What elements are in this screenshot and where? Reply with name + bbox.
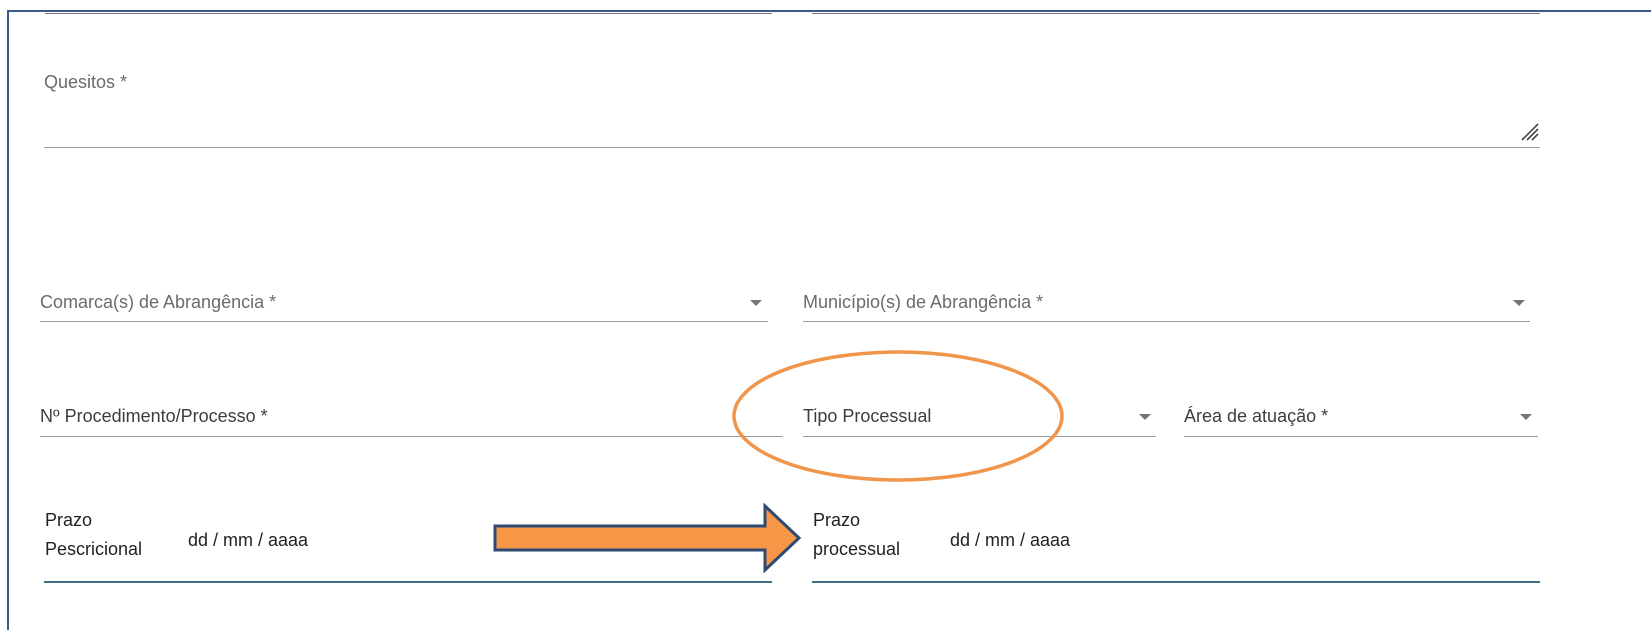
- top-field-underline-right: [812, 13, 1540, 14]
- prazo-processual-label-line2: processual: [813, 539, 901, 559]
- procedimento-label: Nº Procedimento/Processo *: [40, 406, 268, 426]
- prazo-prescricional-label-line2: Pescricional: [45, 539, 143, 559]
- quesitos-textarea[interactable]: Quesitos *: [44, 60, 1540, 148]
- resize-handle-icon[interactable]: [1518, 120, 1540, 142]
- tipo-processual-label: Tipo Processual: [803, 406, 932, 426]
- chevron-down-icon[interactable]: [1139, 414, 1151, 420]
- tipo-processual-select[interactable]: Tipo Processual: [803, 398, 1156, 438]
- area-atuacao-underline: [1184, 436, 1538, 437]
- quesitos-label: Quesitos *: [44, 72, 128, 92]
- municipio-select[interactable]: Município(s) de Abrangência *: [803, 285, 1530, 323]
- top-field-underline-left: [45, 13, 772, 14]
- chevron-down-icon[interactable]: [1513, 300, 1525, 306]
- tipo-processual-underline: [803, 436, 1156, 437]
- prazo-prescricional-field[interactable]: Prazo Pescricional dd / mm / aaaa: [44, 505, 772, 585]
- comarca-select[interactable]: Comarca(s) de Abrangência *: [40, 285, 768, 323]
- municipio-underline: [803, 321, 1530, 322]
- quesitos-underline: [44, 147, 1540, 148]
- area-atuacao-label: Área de atuação *: [1184, 406, 1329, 426]
- prazo-prescricional-underline: [44, 581, 772, 583]
- prazo-processual-label-line1: Prazo: [813, 510, 861, 530]
- prazo-processual-date-input[interactable]: dd / mm / aaaa: [950, 530, 1070, 551]
- procedimento-underline: [40, 436, 783, 437]
- prazo-processual-field[interactable]: Prazo processual dd / mm / aaaa: [812, 505, 1540, 585]
- chevron-down-icon[interactable]: [750, 300, 762, 306]
- prazo-prescricional-label-line1: Prazo: [45, 510, 93, 530]
- comarca-label: Comarca(s) de Abrangência *: [40, 292, 277, 312]
- municipio-label: Município(s) de Abrangência *: [803, 292, 1044, 312]
- prazo-prescricional-date-input[interactable]: dd / mm / aaaa: [188, 530, 308, 551]
- area-atuacao-select[interactable]: Área de atuação *: [1184, 398, 1538, 438]
- chevron-down-icon[interactable]: [1520, 414, 1532, 420]
- procedimento-input[interactable]: Nº Procedimento/Processo *: [40, 398, 783, 438]
- prazo-processual-underline: [812, 581, 1540, 583]
- comarca-underline: [40, 321, 768, 322]
